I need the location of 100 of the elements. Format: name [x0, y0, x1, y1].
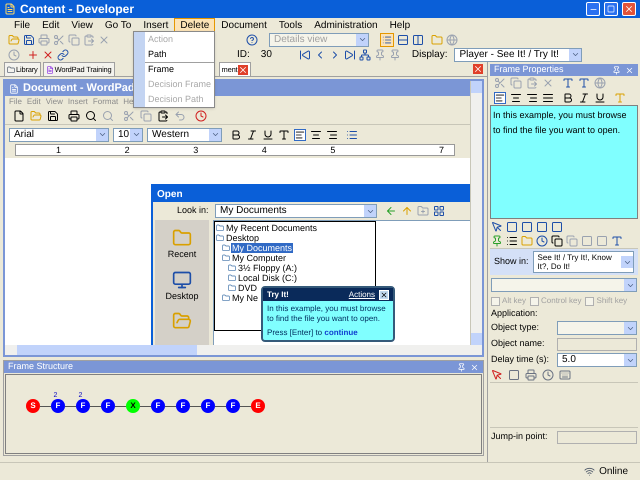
connector-line	[140, 406, 151, 407]
rows-icon[interactable]	[397, 34, 409, 46]
align-right-icon[interactable]	[326, 128, 338, 140]
rectangle-icon[interactable]	[508, 369, 520, 381]
save-icon[interactable]	[23, 34, 35, 46]
align-center-icon[interactable]	[510, 92, 522, 104]
continue-link[interactable]: continue	[324, 328, 358, 337]
field-dropdown[interactable]: 5.0	[557, 353, 637, 367]
location-item[interactable]: My Recent Documents	[225, 223, 318, 233]
frame-icon[interactable]	[536, 220, 548, 232]
frame-node[interactable]: F	[76, 399, 90, 413]
frame-node[interactable]: F	[226, 399, 240, 413]
location-item[interactable]: DVD	[237, 283, 258, 293]
menu-option[interactable]: Path	[144, 47, 214, 62]
look-in-dropdown[interactable]: My Documents	[215, 204, 377, 218]
details-view-button[interactable]	[380, 32, 394, 46]
views-icon[interactable]	[433, 205, 445, 217]
keyboard-icon[interactable]	[559, 369, 571, 381]
underline-icon[interactable]	[594, 92, 606, 104]
first-icon[interactable]	[298, 48, 311, 60]
frame-icon[interactable]	[551, 220, 563, 232]
close-icon[interactable]	[379, 290, 389, 300]
back-icon[interactable]	[385, 205, 397, 217]
preview-icon[interactable]	[85, 110, 97, 122]
printer-icon[interactable]	[68, 110, 80, 122]
location-item[interactable]: Local Disk (C:)	[237, 273, 298, 283]
copy-icon[interactable]	[551, 235, 563, 247]
location-item[interactable]: My Documents	[231, 243, 294, 253]
clock-icon[interactable]	[542, 369, 554, 381]
menu-item[interactable]: Document	[215, 18, 273, 32]
actions-link[interactable]: Actions	[348, 288, 375, 300]
location-item[interactable]: My Computer	[231, 253, 288, 263]
monitor-icon[interactable]	[172, 270, 192, 290]
clock-icon[interactable]	[536, 235, 548, 247]
italic-icon[interactable]	[578, 92, 590, 104]
save-icon[interactable]	[47, 110, 59, 122]
menu-option[interactable]: Frame	[144, 62, 214, 77]
location-item[interactable]: My Ne	[231, 293, 260, 303]
branch-icon[interactable]	[358, 48, 371, 60]
frame-node[interactable]: F	[51, 399, 65, 413]
menu-item[interactable]: Tools	[272, 18, 308, 32]
frame-node[interactable]: F	[201, 399, 215, 413]
remove-node-icon[interactable]	[42, 48, 54, 60]
close-button[interactable]	[622, 2, 636, 16]
frame-icon[interactable]	[521, 220, 533, 232]
date-time-icon[interactable]	[195, 110, 207, 122]
frame-node[interactable]: F	[151, 399, 165, 413]
menu-item[interactable]: View	[65, 18, 99, 32]
close-document-icon[interactable]	[473, 64, 483, 74]
underline-icon[interactable]	[262, 128, 274, 140]
menu-item[interactable]: Go To	[98, 18, 138, 32]
font-size-dropdown[interactable]: 10	[113, 128, 143, 142]
place-label[interactable]: Desktop	[165, 290, 199, 303]
frame-node[interactable]: F	[176, 399, 190, 413]
font-dropdown[interactable]: Arial	[9, 128, 109, 142]
location-item[interactable]: 3½ Floppy (A:)	[237, 263, 298, 273]
close-tab-icon[interactable]	[238, 64, 248, 74]
callout-title: Try It!	[267, 288, 290, 300]
bold-icon[interactable]	[562, 92, 574, 104]
last-icon[interactable]	[344, 48, 356, 60]
frame-node[interactable]: F	[101, 399, 115, 413]
menu-item[interactable]: Edit	[36, 18, 66, 32]
frame-node[interactable]: S	[26, 399, 40, 413]
new-icon[interactable]	[13, 110, 25, 122]
maximize-button[interactable]	[604, 2, 618, 16]
font-icon[interactable]	[562, 77, 574, 89]
bold-icon[interactable]	[230, 128, 242, 140]
frame-text-area[interactable]: In this example, you must browse to find the file you want to open.	[490, 105, 638, 219]
link-icon[interactable]	[57, 48, 69, 60]
frame-node[interactable]: X	[126, 399, 140, 413]
italic-icon[interactable]	[246, 128, 258, 140]
horizontal-scrollbar[interactable]	[5, 345, 482, 355]
pin-icon[interactable]	[612, 66, 621, 74]
script-dropdown[interactable]: Western	[147, 128, 222, 142]
align-center-icon[interactable]	[310, 128, 322, 140]
align-left-icon[interactable]	[494, 92, 506, 104]
jump-in-field[interactable]	[557, 430, 637, 444]
action-dropdown[interactable]	[491, 278, 637, 292]
add-node-icon[interactable]	[27, 48, 39, 60]
font-icon[interactable]	[611, 235, 623, 247]
display-dropdown[interactable]: Player - See It! / Try It!	[454, 48, 582, 62]
vertical-scrollbar[interactable]	[470, 81, 482, 345]
align-left-icon[interactable]	[294, 128, 306, 140]
menu-item[interactable]: Insert	[137, 18, 174, 32]
align-right-icon[interactable]	[526, 92, 538, 104]
location-item[interactable]: Desktop	[225, 233, 260, 243]
paste-icon[interactable]	[157, 110, 169, 122]
menu-item[interactable]: File	[8, 18, 36, 32]
frame-icon[interactable]	[506, 220, 518, 232]
menu-item[interactable]: Administration	[308, 18, 384, 32]
pointer-icon[interactable]	[491, 220, 503, 232]
pin-icon[interactable]	[457, 362, 466, 372]
justify-icon[interactable]	[542, 92, 554, 104]
help-icon[interactable]	[246, 34, 258, 46]
columns-icon[interactable]	[412, 34, 424, 46]
show-in-dropdown[interactable]: See It! / Try It!, Know It?, Do It!	[532, 251, 634, 273]
minimize-button[interactable]	[586, 2, 600, 16]
frame-node[interactable]: E	[251, 399, 265, 413]
menu-item[interactable]: Help	[384, 18, 416, 32]
place-label[interactable]: Recent	[168, 248, 196, 262]
